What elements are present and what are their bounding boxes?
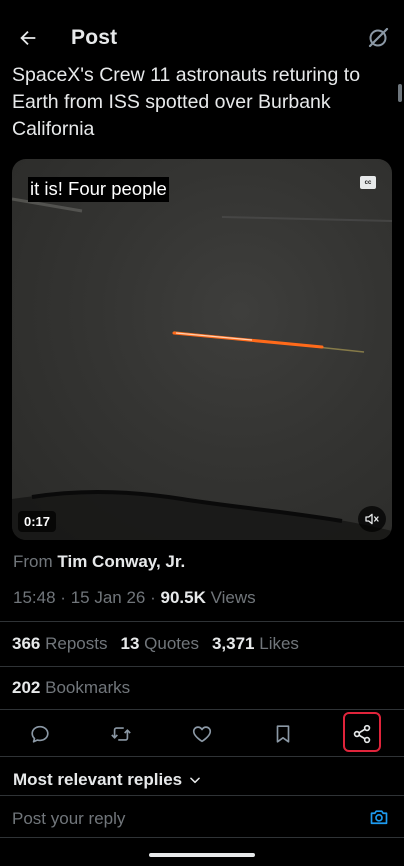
video-caption: it is! Four people xyxy=(28,177,169,202)
bookmark-button[interactable] xyxy=(266,720,300,748)
reposts-label: Reposts xyxy=(45,634,108,653)
separator: · xyxy=(150,588,156,607)
closed-captions-button[interactable]: cc xyxy=(360,176,376,189)
divider xyxy=(0,795,404,796)
reposts-count: 366 xyxy=(12,634,41,653)
reposts-stat[interactable]: 366 Reposts xyxy=(12,634,107,654)
replies-sort-label: Most relevant replies xyxy=(13,770,183,789)
engagement-stats: 366 Reposts 13 Quotes 3,371 Likes xyxy=(12,634,299,654)
divider xyxy=(0,709,404,710)
author-link[interactable]: Tim Conway, Jr. xyxy=(57,552,185,571)
divider xyxy=(0,621,404,622)
heart-icon xyxy=(192,726,212,743)
likes-label: Likes xyxy=(259,634,299,653)
scrollbar-thumb[interactable] xyxy=(398,84,402,102)
page-title: Post xyxy=(71,26,118,49)
replies-sort-dropdown[interactable]: Most relevant replies xyxy=(13,770,202,790)
post-time: 15:48 xyxy=(13,588,56,607)
likes-count: 3,371 xyxy=(211,634,255,653)
chevron-down-icon xyxy=(190,777,200,784)
repost-icon xyxy=(111,727,131,741)
reply-input[interactable]: Post your reply xyxy=(12,809,125,829)
views-count[interactable]: 90.5K xyxy=(161,588,206,607)
camera-icon xyxy=(370,810,388,825)
reply-icon xyxy=(31,725,49,743)
top-bar: Post xyxy=(0,0,404,64)
bookmarks-stat[interactable]: 202 Bookmarks xyxy=(12,678,130,698)
post-text: SpaceX's Crew 11 astronauts returing to … xyxy=(12,64,361,140)
quotes-count: 13 xyxy=(120,634,140,653)
separator: · xyxy=(60,588,66,607)
divider xyxy=(0,756,404,757)
grok-icon xyxy=(368,27,389,48)
video-frame xyxy=(12,197,392,540)
reply-button[interactable] xyxy=(23,720,57,748)
bookmarks-count: 202 xyxy=(12,678,41,697)
quotes-stat[interactable]: 13 Quotes xyxy=(120,634,198,654)
divider xyxy=(0,837,404,838)
repost-button[interactable] xyxy=(104,720,138,748)
quotes-label: Quotes xyxy=(144,634,199,653)
mute-button[interactable] xyxy=(358,506,386,532)
likes-stat[interactable]: 3,371 Likes xyxy=(212,634,299,654)
muted-speaker-icon xyxy=(365,513,379,525)
divider xyxy=(0,666,404,667)
views-label: Views xyxy=(210,588,256,607)
back-button[interactable] xyxy=(14,24,42,52)
home-indicator[interactable] xyxy=(149,853,255,857)
from-prefix: From xyxy=(13,552,53,571)
bookmarks-label: Bookmarks xyxy=(45,678,131,697)
source-line: From Tim Conway, Jr. xyxy=(13,552,185,572)
bookmark-icon xyxy=(276,725,290,743)
video-duration: 0:17 xyxy=(18,511,57,532)
video-player[interactable]: it is! Four people cc 0:17 xyxy=(12,159,392,540)
share-highlight-box xyxy=(343,712,381,752)
camera-button[interactable] xyxy=(368,806,390,828)
like-button[interactable] xyxy=(185,720,219,748)
post-date: 15 Jan 26 xyxy=(70,588,146,607)
post-meta: 15:48 · 15 Jan 26 · 90.5K Views xyxy=(13,588,256,608)
arrow-left-icon xyxy=(20,30,36,46)
grok-button[interactable] xyxy=(364,24,392,52)
